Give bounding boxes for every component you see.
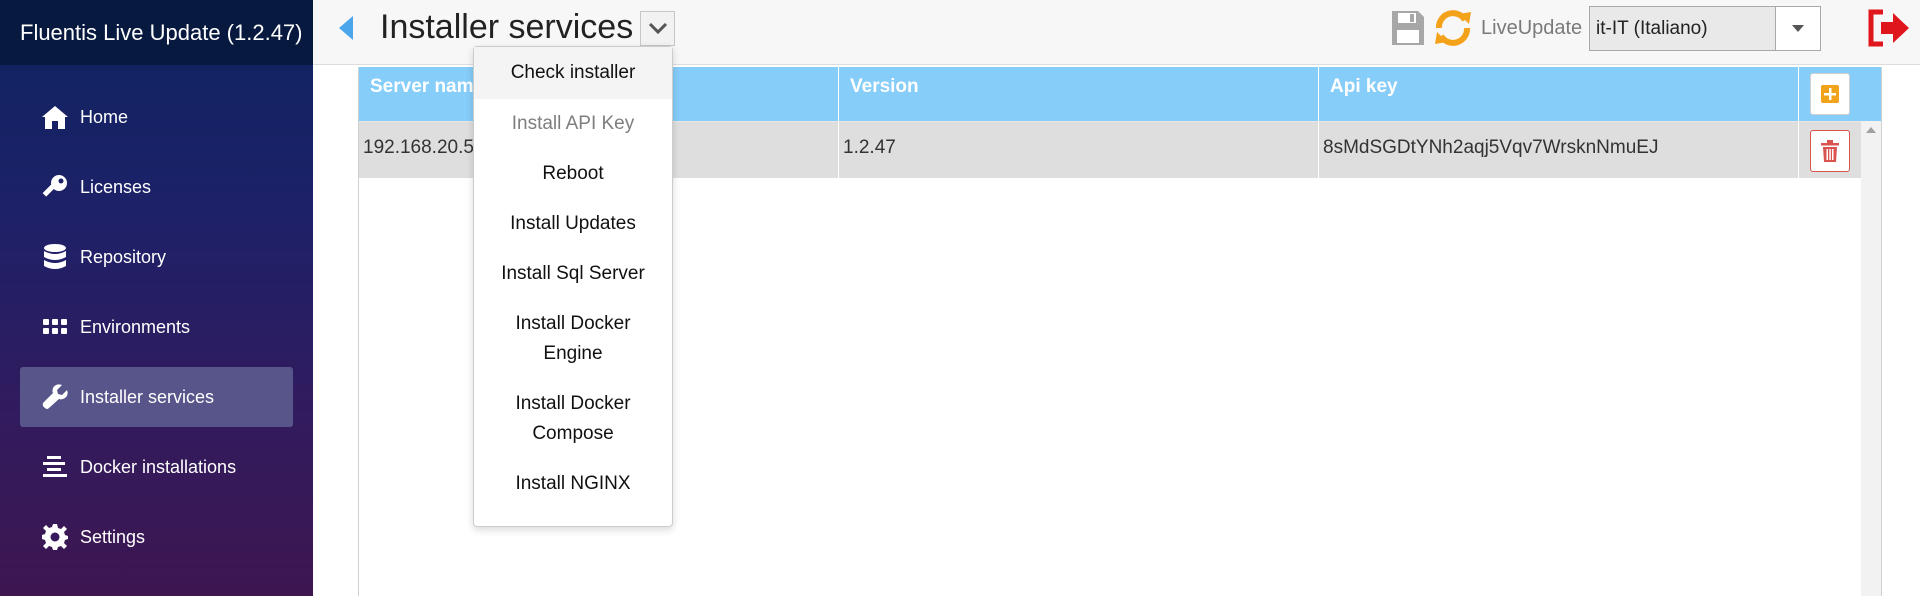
language-select-value: it-IT (Italiano) [1596,17,1708,39]
app-title: Fluentis Live Update (1.2.47) [0,0,313,65]
sidebar-item-label: Repository [80,246,167,267]
wrench-icon [40,382,70,412]
vertical-scrollbar[interactable] [1861,121,1881,596]
key-icon [40,172,70,202]
sidebar-item-home[interactable]: Home [20,87,293,147]
sidebar-item-docker-installations[interactable]: Docker installations [20,437,293,497]
menu-item-install-sql-server[interactable]: Install Sql Server [474,249,672,299]
liveupdate-label: LiveUpdate [1481,17,1583,39]
sidebar-item-licenses[interactable]: Licenses [20,157,293,217]
sidebar-item-environments[interactable]: Environments [20,297,293,357]
sidebar: Fluentis Live Update (1.2.47) Home Licen… [0,0,313,596]
menu-item-install-docker-engine[interactable]: Install Docker Engine [474,299,672,379]
grid-icon [40,312,70,342]
sidebar-item-settings[interactable]: Settings [20,507,293,567]
actions-menu: Check installer Install API Key Reboot I… [473,46,673,527]
stack-icon [40,452,70,482]
sidebar-item-label: Settings [80,526,146,547]
column-header-api-key[interactable]: Api key [1319,67,1799,121]
gear-icon [40,522,70,552]
sidebar-item-label: Docker installations [80,456,237,477]
cell-api-key: 8sMdSGDtYNh2aqj5Vqv7WrsknNmuEJ [1319,122,1799,179]
sidebar-item-label: Environments [80,316,191,337]
delete-row-button[interactable] [1810,130,1850,172]
add-row-button[interactable] [1810,73,1850,115]
save-icon[interactable] [1390,9,1426,47]
menu-item-reboot[interactable]: Reboot [474,149,672,199]
menu-item-install-nginx[interactable]: Install NGINX [474,459,672,509]
sync-icon[interactable] [1431,6,1475,50]
sidebar-item-label: Installer services [80,386,215,407]
trash-icon [1821,140,1839,162]
plus-square-icon [1821,85,1839,103]
column-header-version[interactable]: Version [839,67,1319,121]
back-arrow-icon[interactable] [339,16,353,40]
cell-version: 1.2.47 [839,122,1319,179]
database-icon [40,242,70,272]
menu-item-install-api-key[interactable]: Install API Key [474,99,672,149]
home-icon [40,102,70,132]
language-select-arrow[interactable] [1775,7,1820,50]
menu-item-install-docker-compose[interactable]: Install Docker Compose [474,379,672,459]
sidebar-item-repository[interactable]: Repository [20,227,293,287]
grid-header-gutter [1861,67,1881,121]
actions-dropdown-toggle[interactable] [640,11,675,46]
sidebar-item-label: Licenses [80,176,152,197]
language-select[interactable]: it-IT (Italiano) [1589,6,1821,51]
caret-down-icon [1792,25,1804,32]
chevron-down-icon [648,22,667,34]
menu-item-install-updates[interactable]: Install Updates [474,199,672,249]
page-title: Installer services [380,8,634,46]
sidebar-item-installer-services[interactable]: Installer services [20,367,293,427]
logout-icon[interactable] [1867,8,1911,48]
menu-item-check-installer[interactable]: Check installer [474,47,672,99]
sidebar-item-label: Home [80,106,129,127]
scroll-up-arrow-icon[interactable] [1866,127,1876,133]
